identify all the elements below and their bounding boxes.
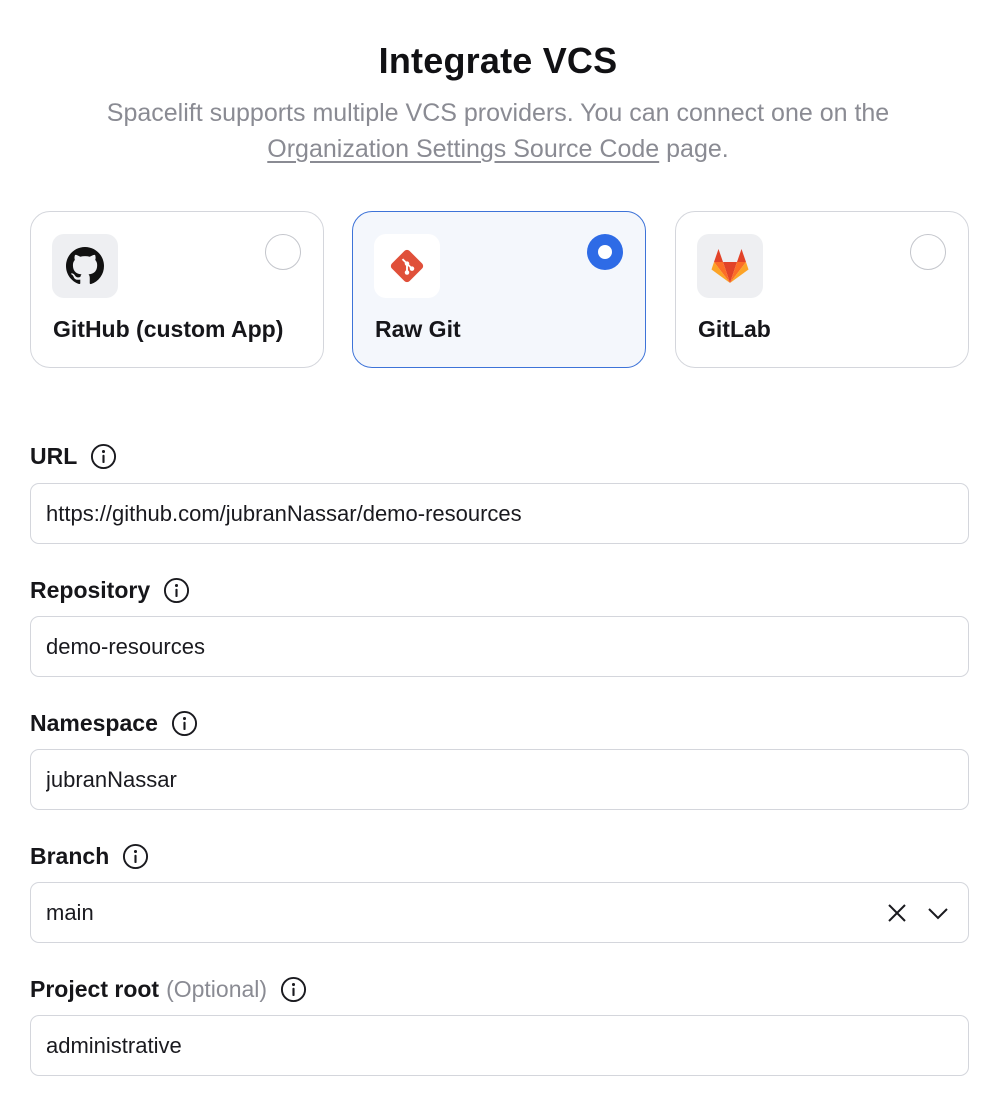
provider-card-github[interactable]: GitHub (custom App)	[30, 211, 324, 368]
project-root-input[interactable]	[30, 1015, 969, 1076]
page-subtitle: Spacelift supports multiple VCS provider…	[106, 99, 890, 163]
info-icon[interactable]	[163, 577, 190, 604]
page-title: Integrate VCS	[378, 40, 618, 81]
provider-label: GitLab	[698, 316, 771, 342]
radio-button[interactable]	[910, 234, 946, 270]
provider-card-raw-git[interactable]: Raw Git	[352, 211, 646, 368]
provider-options: GitHub (custom App) Raw Git GitLab	[30, 211, 969, 368]
namespace-field-label: Namespace	[30, 710, 198, 737]
provider-card-gitlab[interactable]: GitLab	[675, 211, 969, 368]
organization-settings-link[interactable]: Organization Settings Source Code	[267, 135, 659, 163]
url-field-label: URL	[30, 443, 117, 470]
info-icon[interactable]	[122, 843, 149, 870]
branch-select[interactable]: main	[30, 882, 969, 943]
github-icon	[52, 234, 118, 298]
project-root-field-label: Project root (Optional)	[30, 976, 307, 1003]
select-controls	[886, 883, 950, 942]
url-input[interactable]	[30, 483, 969, 544]
git-icon	[374, 234, 440, 298]
info-icon[interactable]	[90, 443, 117, 470]
provider-label: GitHub (custom App)	[53, 316, 284, 342]
info-icon[interactable]	[280, 976, 307, 1003]
namespace-input[interactable]	[30, 749, 969, 810]
radio-button[interactable]	[265, 234, 301, 270]
info-icon[interactable]	[171, 710, 198, 737]
provider-label: Raw Git	[375, 316, 461, 342]
chevron-down-icon[interactable]	[926, 902, 950, 924]
gitlab-icon	[697, 234, 763, 298]
repository-field-label: Repository	[30, 577, 190, 604]
repository-input[interactable]	[30, 616, 969, 677]
optional-hint: (Optional)	[166, 976, 268, 1002]
clear-icon[interactable]	[886, 902, 908, 924]
branch-select-value: main	[46, 899, 94, 925]
radio-button-selected[interactable]	[587, 234, 623, 270]
branch-field-label: Branch	[30, 843, 149, 870]
